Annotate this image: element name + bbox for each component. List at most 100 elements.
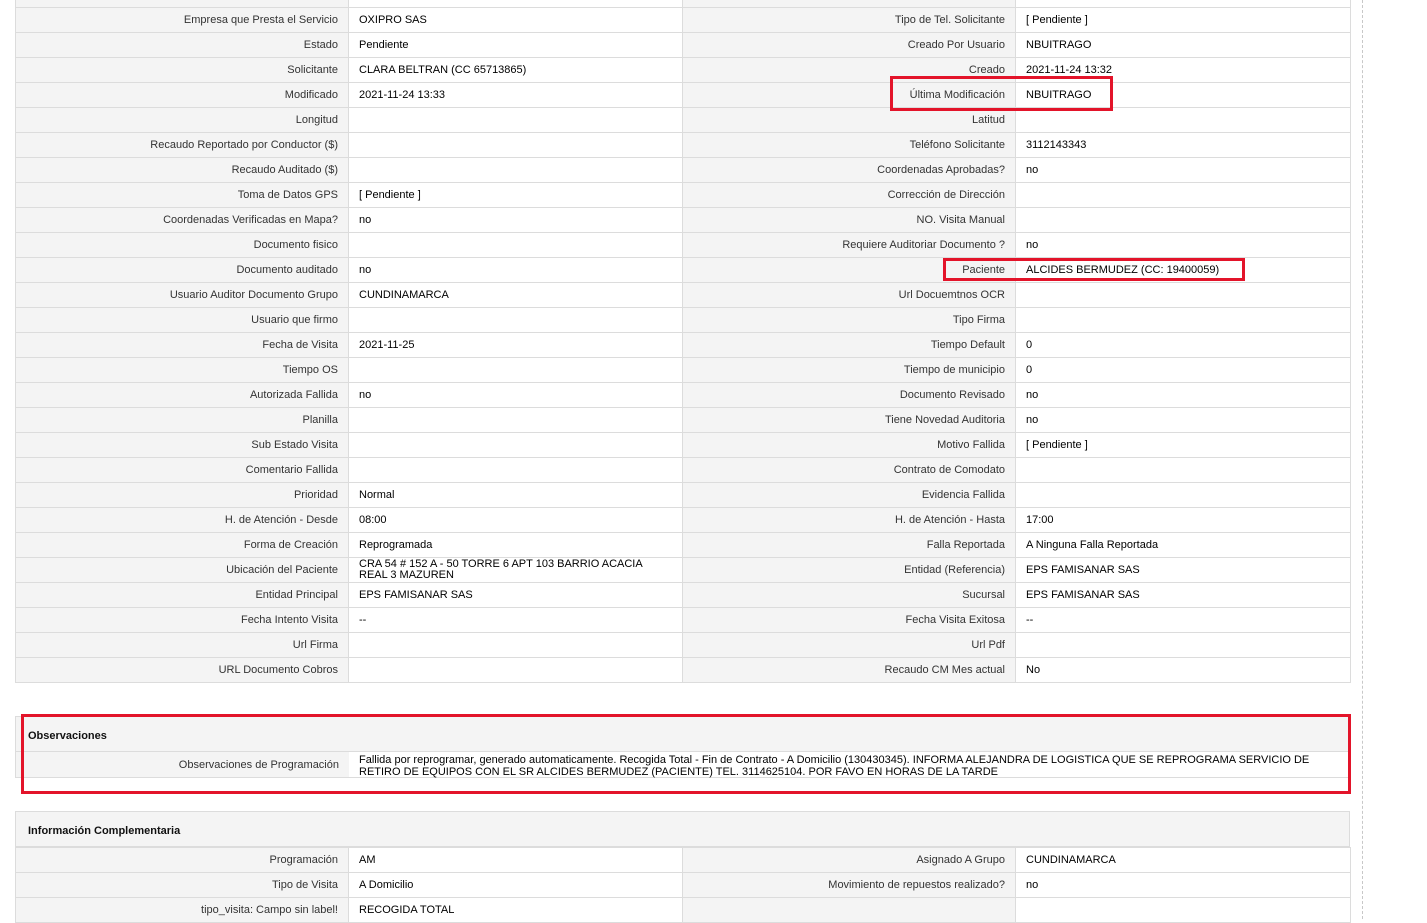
field-label: Url Firma	[15, 632, 349, 658]
field-value	[348, 657, 683, 683]
table-row: Usuario Auditor Documento Grupo CUNDINAMA…	[15, 282, 1351, 308]
table-row: Comentario Fallida Contrato de Comodato	[15, 457, 1351, 483]
field-label: Toma de Datos GPS	[15, 182, 349, 208]
field-label: Comentario Fallida	[15, 457, 349, 483]
field-label: Fecha Intento Visita	[15, 607, 349, 633]
field-label: Longitud	[15, 107, 349, 133]
table-row: Forma de Creación Reprogramada Falla Repor…	[15, 532, 1351, 558]
table-row: Sub Estado Visita Motivo Fallida[ Pendien…	[15, 432, 1351, 458]
field-label: H. de Atención - Desde	[15, 507, 349, 533]
field-label: Prioridad	[15, 482, 349, 508]
field-value: OXIPRO SAS	[348, 7, 683, 33]
field-value: [ Pendiente ]	[348, 182, 683, 208]
field-label: URL Documento Cobros	[15, 657, 349, 683]
field-value: 0	[1015, 357, 1351, 383]
field-value: 0	[1015, 332, 1351, 358]
field-label: Recaudo CM Mes actual	[682, 657, 1016, 683]
field-label: Tipo Firma	[682, 307, 1016, 333]
field-value: no	[348, 382, 683, 408]
field-value: EPS FAMISANAR SAS	[348, 582, 683, 608]
field-label: Documento Revisado	[682, 382, 1016, 408]
visit-detail-panel: Empresa que Presta el Servicio OXIPRO SAS…	[15, 0, 1351, 683]
table-row: Recaudo Reportado por Conductor ($) Teléf…	[15, 132, 1351, 158]
field-label: Tiempo Default	[682, 332, 1016, 358]
field-label: Asignado A Grupo	[682, 847, 1016, 873]
field-value: CLARA BELTRAN (CC 65713865)	[348, 57, 683, 83]
field-value	[1015, 207, 1351, 233]
field-label: Recaudo Auditado ($)	[15, 157, 349, 183]
field-value: --	[1015, 607, 1351, 633]
table-row: Recaudo Auditado ($) Coordenadas Aprobada…	[15, 157, 1351, 183]
visit-detail-table: Empresa que Presta el Servicio OXIPRO SAS…	[15, 0, 1351, 683]
field-label: Latitud	[682, 107, 1016, 133]
field-value: 17:00	[1015, 507, 1351, 533]
field-value	[1015, 182, 1351, 208]
field-label: Contrato de Comodato	[682, 457, 1016, 483]
field-value	[348, 407, 683, 433]
field-label: Tipo de Tel. Solicitante	[682, 7, 1016, 33]
field-label: Creado Por Usuario	[682, 32, 1016, 58]
field-label: Entidad Principal	[15, 582, 349, 608]
field-label: Sucursal	[682, 582, 1016, 608]
field-label: Tiene Novedad Auditoria	[682, 407, 1016, 433]
field-label: Movimiento de repuestos realizado?	[682, 872, 1016, 898]
field-label: Recaudo Reportado por Conductor ($)	[15, 132, 349, 158]
field-label: Corrección de Dirección	[682, 182, 1016, 208]
table-row: Usuario que firmo Tipo Firma	[15, 307, 1351, 333]
table-row: Planilla Tiene Novedad Auditoria no	[15, 407, 1351, 433]
field-label: Url Pdf	[682, 632, 1016, 658]
field-value: no	[348, 207, 683, 233]
field-value: AM	[348, 847, 683, 873]
field-label: Planilla	[15, 407, 349, 433]
field-value	[348, 307, 683, 333]
field-value: Reprogramada	[348, 532, 683, 558]
table-row: Modificado 2021-11-24 13:33 Última Modific…	[15, 82, 1351, 108]
field-value: A Domicilio	[348, 872, 683, 898]
table-row: Prioridad Normal Evidencia Fallida	[15, 482, 1351, 508]
field-label: NO. Visita Manual	[682, 207, 1016, 233]
field-label: Falla Reportada	[682, 532, 1016, 558]
field-label: Tiempo de municipio	[682, 357, 1016, 383]
table-row: Empresa que Presta el Servicio OXIPRO SAS…	[15, 7, 1351, 33]
field-value	[1015, 632, 1351, 658]
field-label: Autorizada Fallida	[15, 382, 349, 408]
table-row: Documento fisico Requiere Auditoriar Docu…	[15, 232, 1351, 258]
field-label: Tipo de Visita	[15, 872, 349, 898]
field-value: [ Pendiente ]	[1015, 7, 1351, 33]
field-value: --	[348, 607, 683, 633]
field-value	[348, 232, 683, 258]
field-value: [ Pendiente ]	[1015, 432, 1351, 458]
table-row: Longitud Latitud	[15, 107, 1351, 133]
field-label: Entidad (Referencia)	[682, 557, 1016, 583]
field-value: no	[348, 257, 683, 283]
field-value: CUNDINAMARCA	[348, 282, 683, 308]
field-label: Requiere Auditoriar Documento ?	[682, 232, 1016, 258]
table-row: Tiempo OS Tiempo de municipio 0	[15, 357, 1351, 383]
table-row: Ubicación del Paciente CRA 54 # 152 A - 5…	[15, 557, 1351, 583]
highlight-ultima-modificacion	[890, 76, 1113, 111]
field-label: Url Docuemtnos OCR	[682, 282, 1016, 308]
field-label: Tiempo OS	[15, 357, 349, 383]
field-value: 3112143343	[1015, 132, 1351, 158]
highlight-observaciones	[21, 714, 1351, 794]
field-value	[348, 432, 683, 458]
field-label: Teléfono Solicitante	[682, 132, 1016, 158]
field-value	[1015, 282, 1351, 308]
field-value: EPS FAMISANAR SAS	[1015, 582, 1351, 608]
page-edge-divider	[1362, 0, 1363, 919]
field-value	[348, 132, 683, 158]
complementaria-title: Información Complementaria	[15, 811, 1350, 847]
field-label: Documento auditado	[15, 257, 349, 283]
field-value	[348, 157, 683, 183]
field-value: EPS FAMISANAR SAS	[1015, 557, 1351, 583]
field-label: Empresa que Presta el Servicio	[15, 7, 349, 33]
table-row: Coordenadas Verificadas en Mapa? no NO. Vi…	[15, 207, 1351, 233]
field-label: Usuario que firmo	[15, 307, 349, 333]
field-value	[348, 632, 683, 658]
field-label: Documento fisico	[15, 232, 349, 258]
field-label: Estado	[15, 32, 349, 58]
table-row: Fecha Intento Visita -- Fecha Visita Exito…	[15, 607, 1351, 633]
field-value: Normal	[348, 482, 683, 508]
field-label: Usuario Auditor Documento Grupo	[15, 282, 349, 308]
field-value	[1015, 457, 1351, 483]
